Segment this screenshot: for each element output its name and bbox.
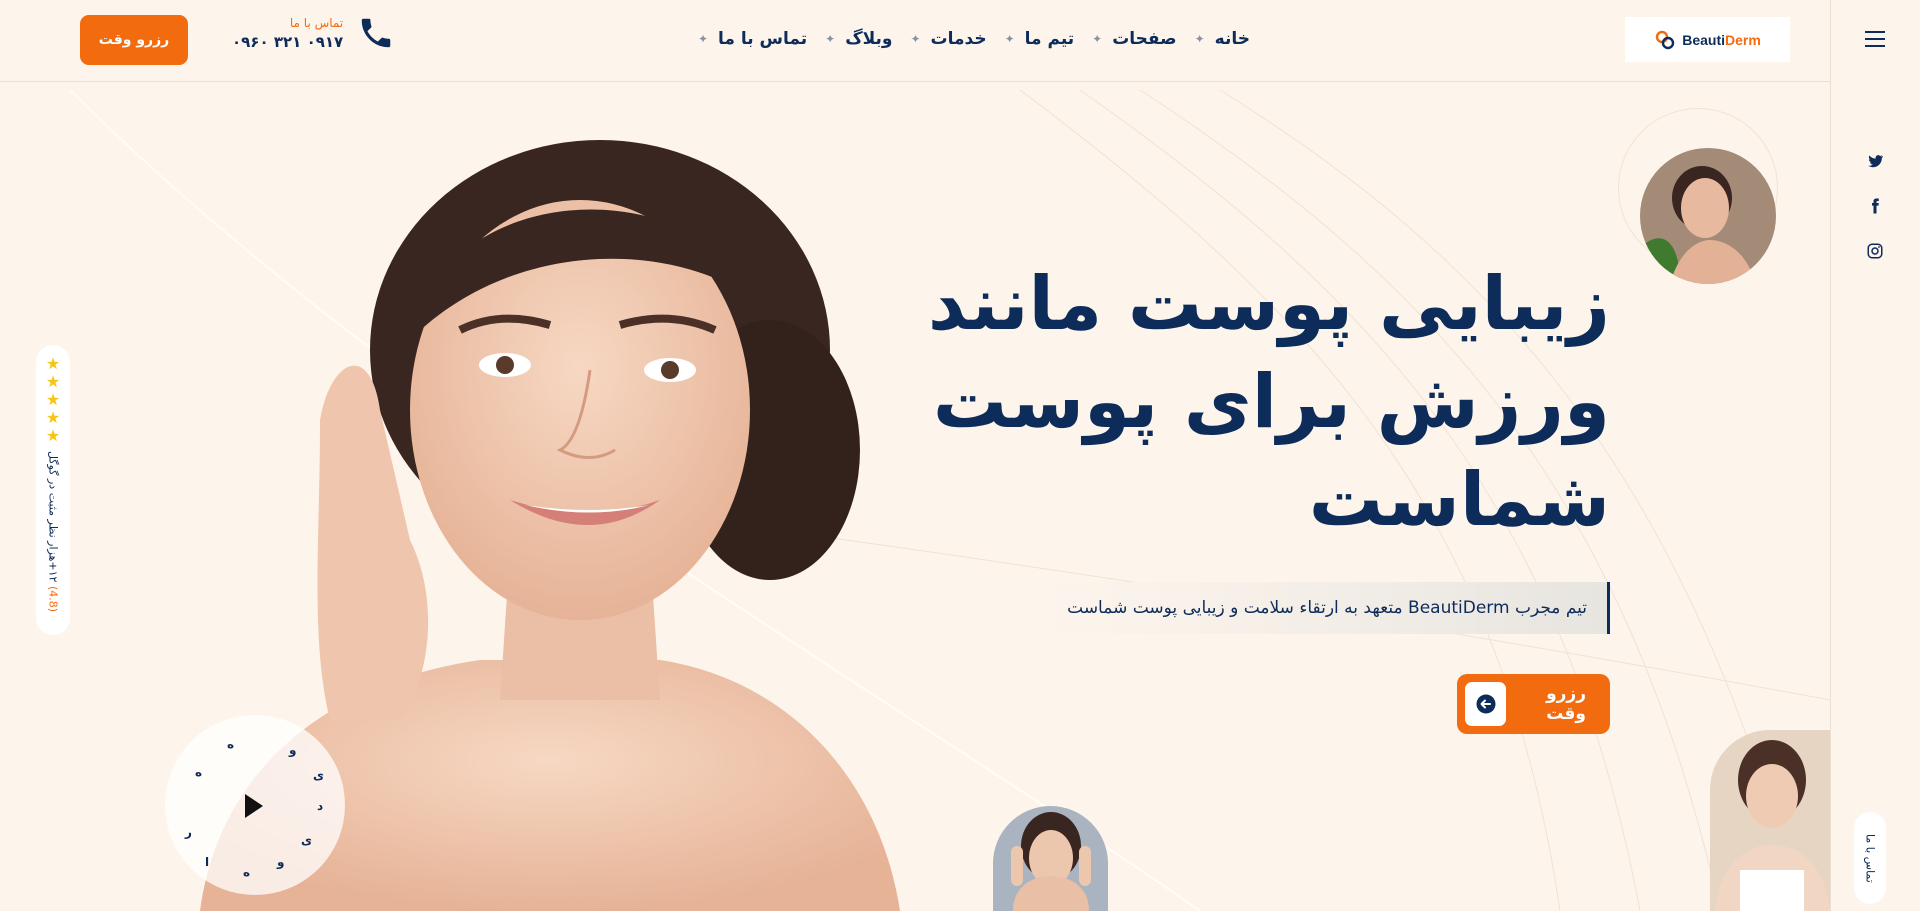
ring-letter: و bbox=[277, 855, 285, 869]
nav-item-home[interactable]: خانه ✦ bbox=[1195, 29, 1250, 49]
hero-tagline: تیم مجرب BeautiDerm متعهد به ارتقاء سلام… bbox=[1043, 582, 1610, 634]
hero-book-button[interactable]: رزرو وقت bbox=[1457, 674, 1610, 734]
nav-item-pages[interactable]: صفحات ✦ bbox=[1092, 29, 1176, 49]
arrow-left-circle-icon bbox=[1465, 682, 1507, 726]
ring-letter: ه bbox=[227, 737, 235, 751]
sparkle-icon: ✦ bbox=[825, 32, 836, 46]
sparkle-icon: ✦ bbox=[1092, 32, 1103, 46]
ring-letter: ی bbox=[313, 768, 324, 782]
star-icon: ★ bbox=[45, 408, 61, 427]
sparkle-icon: ✦ bbox=[697, 32, 708, 46]
facebook-icon[interactable] bbox=[1866, 197, 1884, 215]
hamburger-menu-icon[interactable] bbox=[1865, 31, 1885, 47]
star-icon: ★ bbox=[45, 426, 61, 445]
ring-letter: ه bbox=[243, 865, 251, 879]
phone-label: تماس با ما bbox=[289, 15, 344, 30]
ring-letter: ه bbox=[195, 765, 203, 779]
main-nav: خانه ✦ صفحات ✦ تیم ما ✦ خدمات ✦ وبلاگ ✦ تماس … bbox=[698, 0, 1250, 78]
logo-mark-icon bbox=[1656, 30, 1675, 49]
ring-letter: ی bbox=[301, 833, 312, 847]
sparkle-icon: ✦ bbox=[910, 32, 921, 46]
star-icon: ★ bbox=[45, 354, 61, 373]
rating-text: (4.8) ۱۲+هزار نظر مثبت در گوگل bbox=[46, 451, 60, 613]
star-icon: ★ bbox=[45, 390, 61, 409]
client-avatar-image bbox=[1640, 148, 1776, 284]
site-header: BeautiDerm خانه ✦ صفحات ✦ تیم ما ✦ خدمات ✦ و… bbox=[0, 0, 1830, 82]
ring-letter: ر bbox=[185, 825, 192, 839]
header-book-button[interactable]: رزرو وقت bbox=[80, 15, 188, 65]
phone-icon bbox=[361, 18, 391, 48]
ring-letter: ا bbox=[205, 855, 210, 869]
sparkle-icon: ✦ bbox=[1194, 32, 1205, 46]
logo-text: BeautiDerm bbox=[1682, 31, 1761, 48]
ring-letter: د bbox=[317, 799, 324, 813]
video-play-button[interactable]: ه و ی د ی و ه ا ر ه bbox=[165, 715, 345, 895]
hero-book-label: رزرو وقت bbox=[1546, 684, 1586, 724]
hero-title: زیبایی پوست مانند ورزش برای پوست شماست bbox=[927, 261, 1610, 543]
phone-contact[interactable]: تماس با ما ۰۹۱۷ ۳۲۱ ۰۹۶۰ bbox=[232, 14, 395, 52]
side-contact-pill[interactable]: تماس با ما bbox=[1854, 812, 1886, 904]
twitter-icon[interactable] bbox=[1866, 152, 1884, 170]
nav-item-contact[interactable]: تماس با ما ✦ bbox=[698, 29, 807, 49]
nav-item-services[interactable]: خدمات ✦ bbox=[910, 29, 986, 49]
site-logo[interactable]: BeautiDerm bbox=[1625, 17, 1790, 62]
model-thumbnail-image bbox=[1710, 730, 1830, 911]
google-rating-badge: ★ ★ ★ ★ ★ (4.8) ۱۲+هزار نظر مثبت در گوگل bbox=[36, 345, 70, 635]
star-icon: ★ bbox=[45, 372, 61, 391]
play-icon bbox=[245, 794, 263, 818]
sparkle-icon: ✦ bbox=[1004, 32, 1015, 46]
nav-item-team[interactable]: تیم ما ✦ bbox=[1005, 29, 1075, 49]
ring-letter: و bbox=[289, 743, 297, 757]
side-rail: تماس با ما bbox=[1830, 0, 1920, 911]
instagram-icon[interactable] bbox=[1866, 242, 1884, 260]
nav-item-blog[interactable]: وبلاگ ✦ bbox=[825, 29, 892, 49]
phone-number: ۰۹۱۷ ۳۲۱ ۰۹۶۰ bbox=[232, 32, 344, 51]
client-thumbnail-image bbox=[993, 806, 1108, 911]
